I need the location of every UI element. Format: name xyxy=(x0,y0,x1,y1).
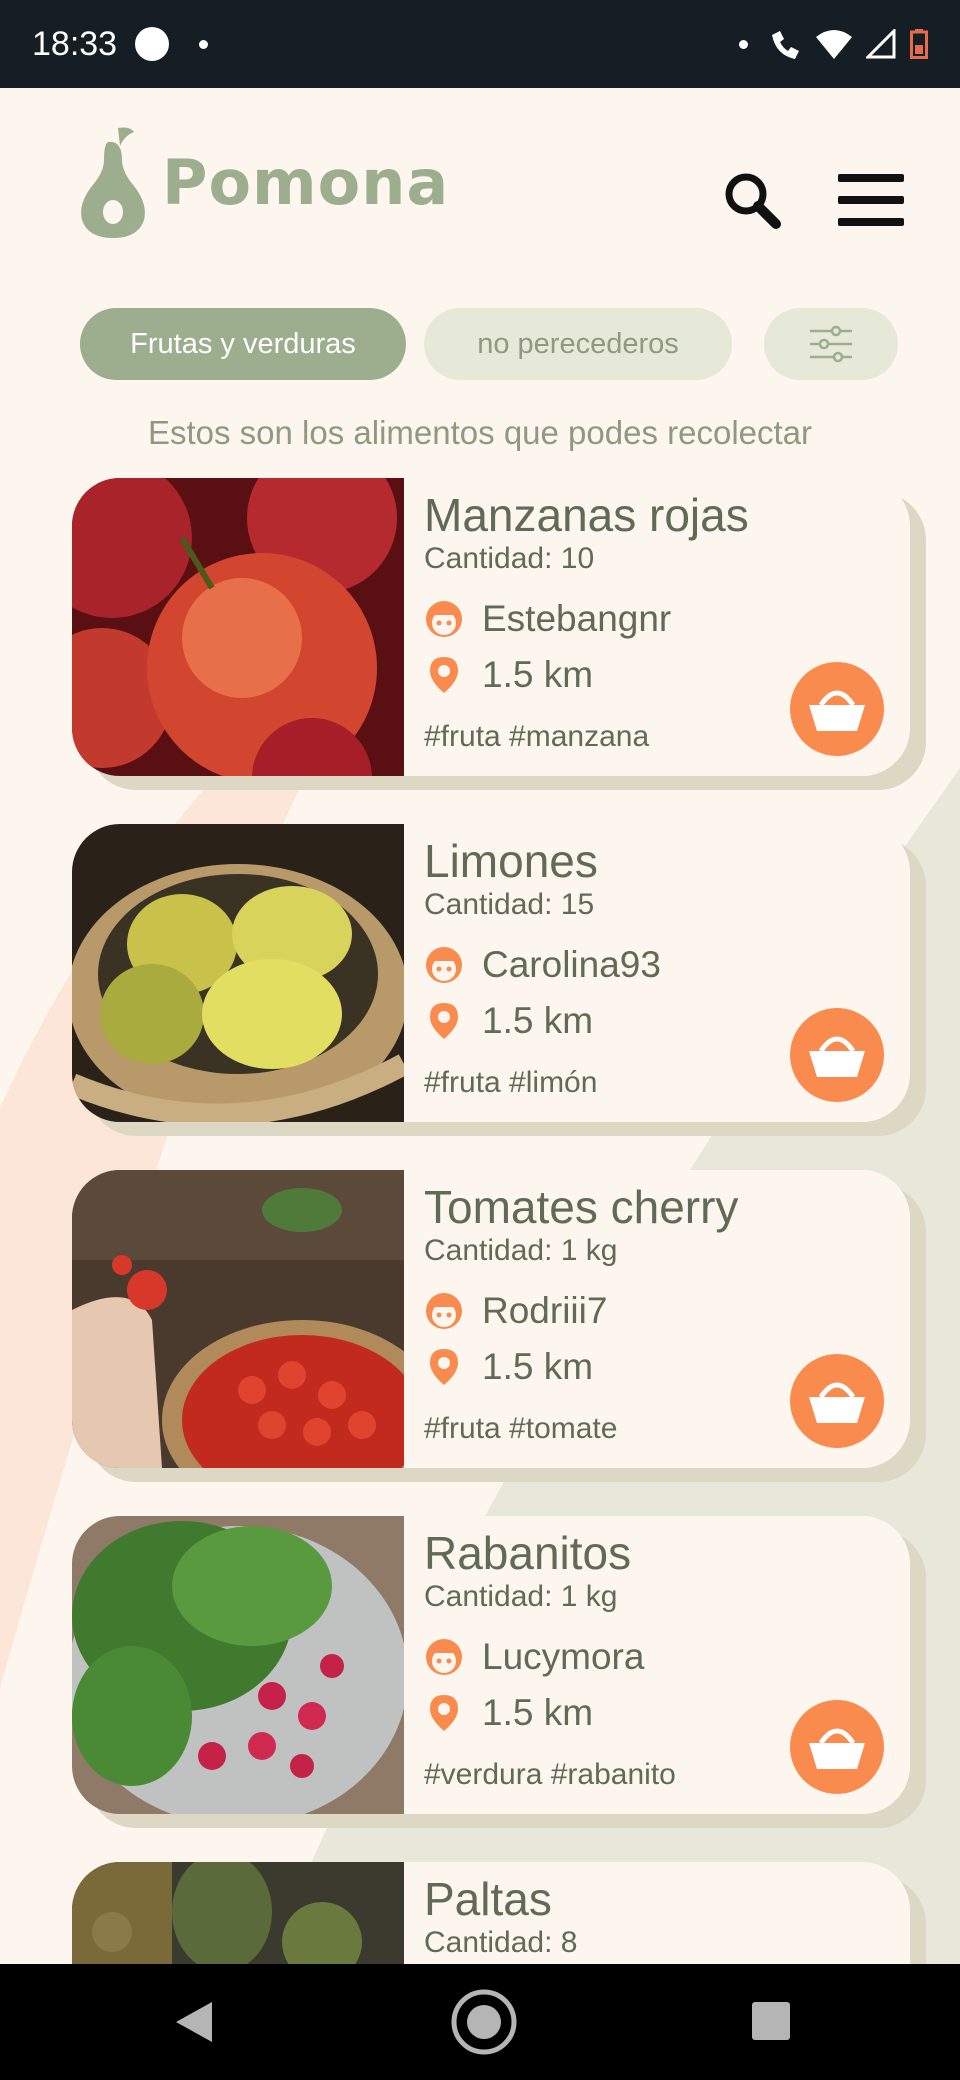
hamburger-menu-icon xyxy=(838,196,904,204)
app-header: Pomona xyxy=(0,88,960,288)
item-tags: #verdura #rabanito xyxy=(424,1758,676,1791)
food-item-card[interactable]: Manzanas rojas Cantidad: 10 Estebangnr 1… xyxy=(72,478,910,776)
status-icons xyxy=(739,29,928,59)
food-item-card[interactable]: Tomates cherry Cantidad: 1 kg Rodriii7 1… xyxy=(72,1170,910,1468)
item-title: Tomates cherry xyxy=(424,1181,739,1233)
item-distance: 1.5 km xyxy=(482,654,594,695)
location-pin-icon xyxy=(430,1695,458,1731)
user-face-icon xyxy=(426,947,462,983)
sliders-icon xyxy=(810,325,852,363)
location-pin-icon xyxy=(430,657,458,693)
wifi-call-icon xyxy=(772,31,799,59)
item-tags: #fruta #tomate xyxy=(424,1412,618,1445)
item-user[interactable]: Rodriii7 xyxy=(482,1290,607,1332)
basket-icon xyxy=(809,690,865,731)
app-logo[interactable]: Pomona xyxy=(78,126,449,238)
item-user[interactable]: Lucymora xyxy=(482,1636,644,1678)
item-quantity: Cantidad: 10 xyxy=(424,542,595,575)
basket-icon xyxy=(809,1036,865,1077)
list-subtitle: Estos son los alimentos que podes recole… xyxy=(147,414,813,451)
search-button[interactable] xyxy=(722,170,782,230)
notification-small-dot-icon xyxy=(739,39,748,49)
item-user[interactable]: Carolina93 xyxy=(482,944,661,986)
item-quantity: Cantidad: 1 kg xyxy=(424,1234,618,1267)
item-user[interactable]: Estebangnr xyxy=(482,598,671,640)
item-title: Manzanas rojas xyxy=(424,489,749,541)
food-item-card[interactable]: Limones Cantidad: 15 Carolina93 1.5 km #… xyxy=(72,824,910,1122)
item-title: Paltas xyxy=(424,1873,552,1925)
item-distance: 1.5 km xyxy=(482,1692,594,1733)
item-photo-lemons xyxy=(72,824,404,1122)
status-time: 18:33 xyxy=(32,24,118,63)
hamburger-menu-button[interactable] xyxy=(838,174,904,226)
add-to-basket-button[interactable] xyxy=(790,662,884,756)
user-face-icon xyxy=(426,1639,462,1675)
filter-chip-frutas-verduras[interactable]: Frutas y verduras xyxy=(80,308,406,380)
item-photo-tomatoes xyxy=(72,1170,404,1468)
status-bar: 18:33 xyxy=(0,0,960,88)
notification-dot-icon xyxy=(135,27,170,61)
hamburger-menu-icon xyxy=(838,218,904,226)
user-face-icon xyxy=(426,1293,462,1329)
battery-icon xyxy=(910,29,928,59)
location-pin-icon xyxy=(430,1349,458,1385)
add-to-basket-button[interactable] xyxy=(790,1354,884,1448)
item-photo-apples xyxy=(72,478,404,776)
signal-icon xyxy=(866,29,896,59)
wifi-icon xyxy=(816,30,852,59)
item-tags: #fruta #manzana xyxy=(424,720,650,753)
item-tags: #fruta #limón xyxy=(424,1066,598,1099)
pear-icon xyxy=(81,127,145,238)
basket-icon xyxy=(809,1382,865,1423)
item-photo-radishes xyxy=(72,1516,404,1814)
item-distance: 1.5 km xyxy=(482,1000,594,1041)
item-quantity: Cantidad: 15 xyxy=(424,888,595,921)
basket-icon xyxy=(809,1728,865,1769)
home-icon[interactable] xyxy=(450,1988,518,2056)
search-icon xyxy=(725,173,781,229)
category-filters: Frutas y verduras no perecederos xyxy=(0,308,960,380)
item-title: Limones xyxy=(424,835,598,887)
app-title: Pomona xyxy=(162,145,450,219)
back-icon[interactable] xyxy=(172,2000,214,2044)
item-quantity: Cantidad: 8 xyxy=(424,1926,578,1959)
recent-apps-icon[interactable] xyxy=(752,2002,790,2040)
item-distance: 1.5 km xyxy=(482,1346,594,1387)
add-to-basket-button[interactable] xyxy=(790,1700,884,1794)
item-quantity: Cantidad: 1 kg xyxy=(424,1580,618,1613)
filter-chip-no-perecederos[interactable]: no perecederos xyxy=(424,308,732,380)
food-item-card[interactable]: Rabanitos Cantidad: 1 kg Lucymora 1.5 km… xyxy=(72,1516,910,1814)
location-pin-icon xyxy=(430,1003,458,1039)
system-navigation-bar xyxy=(0,1964,960,2080)
filter-settings-button[interactable] xyxy=(764,308,898,380)
notification-small-dot-icon xyxy=(199,39,209,49)
item-title: Rabanitos xyxy=(424,1527,632,1579)
add-to-basket-button[interactable] xyxy=(790,1008,884,1102)
hamburger-menu-icon xyxy=(838,174,904,182)
user-face-icon xyxy=(426,601,462,637)
